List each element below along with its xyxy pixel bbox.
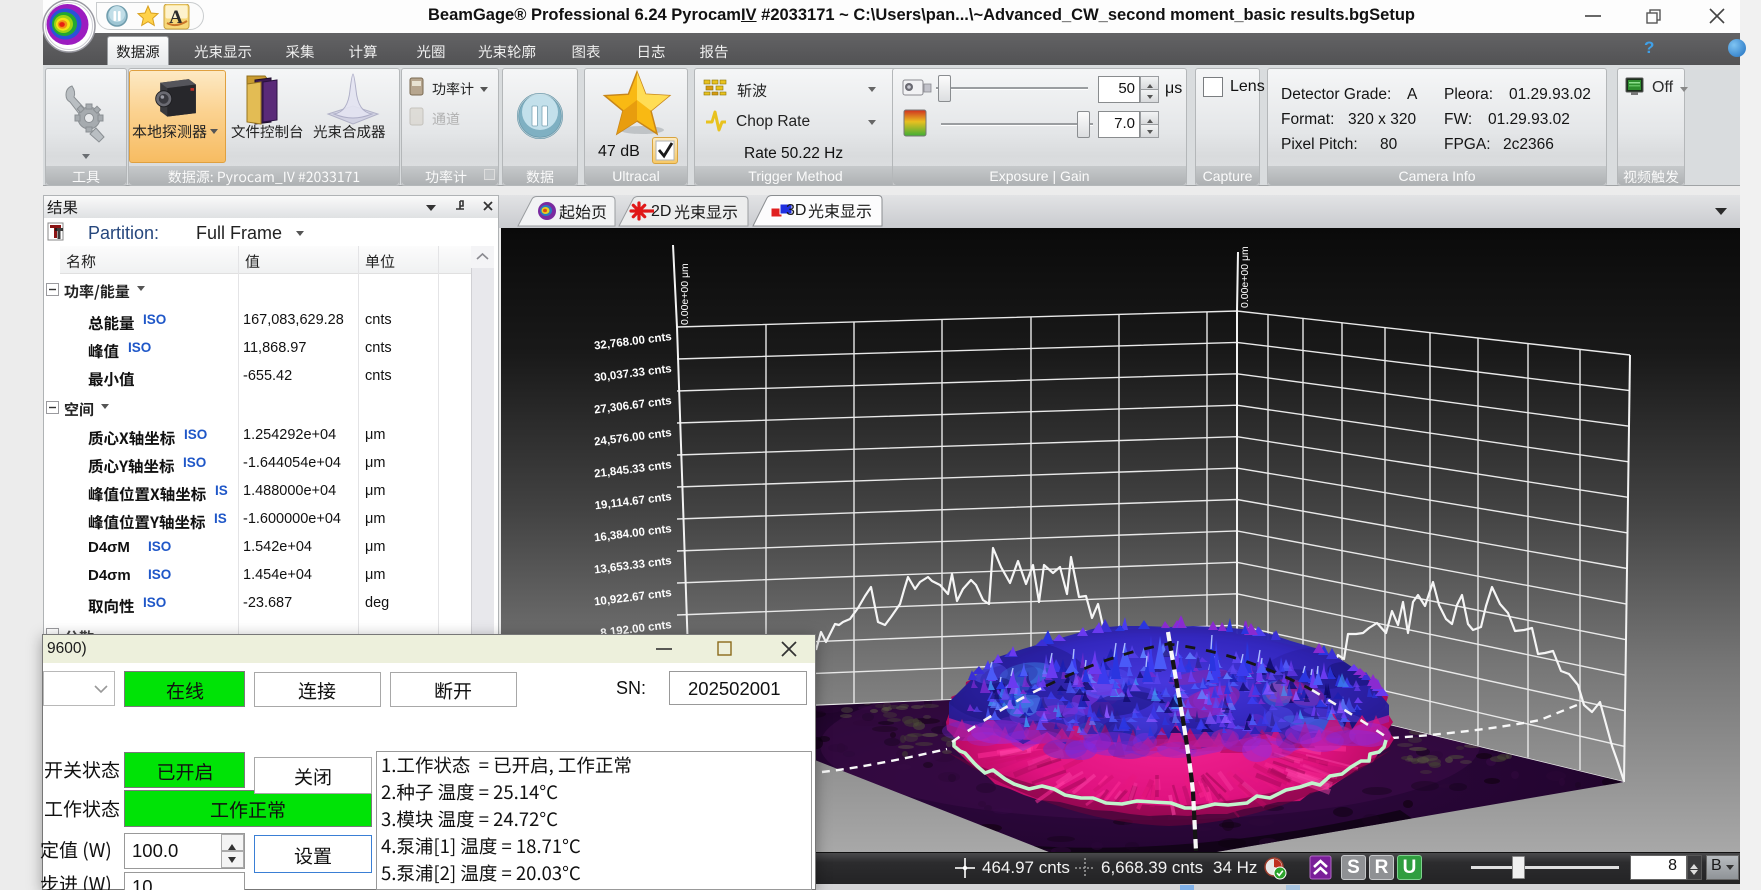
- svg-text:0.00e+00 μm: 0.00e+00 μm: [679, 263, 691, 325]
- svg-text:0.00e+00 μm: 0.00e+00 μm: [1239, 246, 1251, 308]
